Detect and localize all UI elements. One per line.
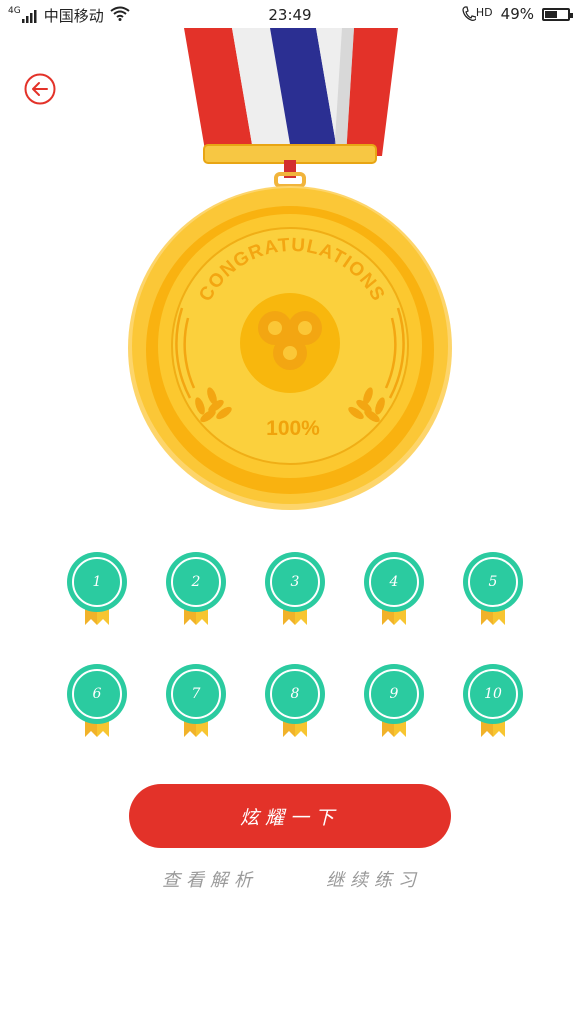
badge-number: 1 (92, 574, 102, 590)
ribbon (184, 28, 398, 156)
question-badge[interactable]: 5 (444, 552, 543, 628)
hd-label: HD (475, 6, 493, 19)
battery-icon (542, 7, 573, 21)
status-right: HD 49% (462, 5, 573, 23)
question-badge[interactable]: 7 (147, 664, 246, 740)
medal-score: 100% (266, 417, 320, 440)
status-bar: 4G 中国移动 23:49 HD 49% (0, 0, 580, 30)
question-badge[interactable]: 10 (444, 664, 543, 740)
question-badges: 1 2 3 4 5 6 7 8 9 10 (48, 552, 543, 740)
view-analysis-link[interactable]: 查看解析 (162, 866, 258, 892)
badge-number: 5 (488, 574, 498, 590)
call-hd-icon: HD (462, 6, 493, 22)
question-badge[interactable]: 3 (246, 552, 345, 628)
question-badge[interactable]: 4 (345, 552, 444, 628)
badge-number: 3 (290, 574, 300, 590)
question-badge[interactable]: 2 (147, 552, 246, 628)
question-badge[interactable]: 1 (48, 552, 147, 628)
question-badge[interactable]: 6 (48, 664, 147, 740)
badge-number: 2 (191, 574, 201, 590)
question-badge[interactable]: 8 (246, 664, 345, 740)
badge-number: 10 (484, 686, 502, 702)
badge-number: 8 (290, 686, 300, 702)
battery-percent: 49% (500, 5, 534, 23)
badge-number: 4 (389, 574, 399, 590)
badge-number: 9 (389, 686, 399, 702)
back-button[interactable] (24, 73, 56, 105)
battery-fill (545, 10, 557, 18)
continue-practice-link[interactable]: 继续练习 (326, 866, 422, 892)
question-badge[interactable]: 9 (345, 664, 444, 740)
badge-number: 7 (191, 686, 201, 702)
badge-number: 6 (92, 686, 102, 702)
back-arrow-icon (24, 73, 56, 105)
medal: CONGRATULATIONS 100% (120, 28, 460, 518)
share-button[interactable]: 炫耀一下 (129, 784, 451, 848)
